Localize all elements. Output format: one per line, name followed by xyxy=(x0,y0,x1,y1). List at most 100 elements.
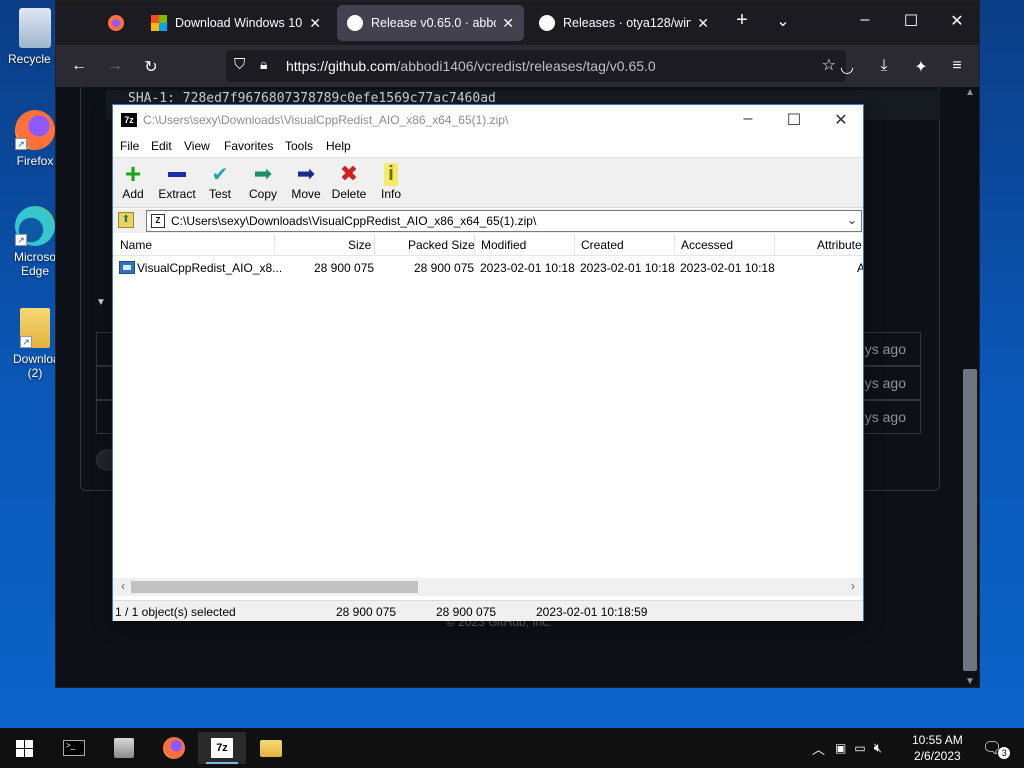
add-button[interactable]: + Add xyxy=(121,160,145,202)
close-window-icon[interactable]: ✕ xyxy=(818,110,864,130)
clock[interactable]: 10:55 AM 2/6/2023 xyxy=(912,728,963,768)
test-button[interactable]: ✔ Test xyxy=(207,161,233,202)
windows-logo-icon xyxy=(15,739,33,757)
downloads-icon[interactable]: ⤓ xyxy=(873,57,895,75)
url-domain: https://github.com xyxy=(286,58,397,74)
scroll-right-icon[interactable]: › xyxy=(845,579,861,593)
col-name[interactable]: Name xyxy=(120,238,152,252)
terminal-icon: >_ xyxy=(63,740,85,756)
col-divider[interactable] xyxy=(774,234,775,256)
scroll-down-icon[interactable]: ▼ xyxy=(965,676,975,687)
desktop-icon-label: Microso Edge xyxy=(13,250,56,278)
col-created[interactable]: Created xyxy=(581,238,624,252)
chevron-down-icon[interactable]: ⌄ xyxy=(847,213,857,227)
navigation-toolbar: ← → ↻ ⛉ 🔒︎ https://github.com/abbodi1406… xyxy=(56,45,979,87)
desktop-icon-label: Firefox xyxy=(16,154,54,168)
horizontal-scrollbar[interactable]: ‹ › xyxy=(113,578,863,596)
col-divider[interactable] xyxy=(674,234,675,256)
close-icon[interactable]: ✕ xyxy=(691,15,709,32)
status-date: 2023-02-01 10:18:59 xyxy=(536,605,648,619)
close-icon[interactable]: ✕ xyxy=(303,15,321,32)
col-attributes[interactable]: Attribute xyxy=(817,238,862,252)
scroll-left-icon[interactable]: ‹ xyxy=(115,579,131,593)
notification-count: 3 xyxy=(998,747,1011,759)
close-icon[interactable]: ✕ xyxy=(496,15,514,32)
menu-favorites[interactable]: Favorites xyxy=(224,139,273,153)
scroll-up-icon[interactable]: ▲ xyxy=(965,87,975,98)
7zip-title-bar[interactable]: 7z C:\Users\sexy\Downloads\VisualCppRedi… xyxy=(113,105,863,136)
taskbar-7zip[interactable]: 7z xyxy=(198,732,246,764)
back-icon[interactable]: ← xyxy=(68,57,90,75)
file-attributes: A xyxy=(857,261,863,275)
extract-label: Extract xyxy=(158,187,196,201)
taskbar-file-explorer[interactable] xyxy=(247,732,295,764)
menu-icon[interactable]: ≡ xyxy=(946,57,968,75)
folder-icon: ↗ xyxy=(20,308,50,348)
bookmark-star-icon[interactable]: ☆ xyxy=(822,55,836,75)
github-icon xyxy=(347,15,363,31)
pocket-icon[interactable]: ◡ xyxy=(836,57,858,77)
scrollbar-thumb[interactable] xyxy=(963,369,977,671)
col-divider[interactable] xyxy=(274,234,275,256)
display-icon[interactable]: ▭ xyxy=(854,741,865,755)
col-divider[interactable] xyxy=(574,234,575,256)
firefox-icon xyxy=(108,15,124,31)
url-bar[interactable]: ⛉ 🔒︎ https://github.com/abbodi1406/vcred… xyxy=(226,50,846,82)
col-divider[interactable] xyxy=(474,234,475,256)
delete-button[interactable]: ✖ Delete xyxy=(331,161,367,201)
menu-help[interactable]: Help xyxy=(326,139,351,153)
file-name: VisualCppRedist_AIO_x8... xyxy=(137,261,283,275)
menu-edit[interactable]: Edit xyxy=(151,139,172,153)
assets-toggle-icon[interactable]: ▼ xyxy=(96,297,106,308)
forward-icon[interactable]: → xyxy=(104,57,126,75)
list-all-tabs-icon[interactable]: ⌄ xyxy=(772,11,794,31)
col-divider[interactable] xyxy=(374,234,375,256)
firefox-icon xyxy=(163,737,185,759)
copy-button[interactable]: ➡ Copy xyxy=(247,161,279,201)
tab-firefox-pinned[interactable] xyxy=(98,5,138,41)
tracking-protection-icon[interactable]: ⛉ xyxy=(234,56,245,73)
new-tab-icon[interactable]: + xyxy=(731,9,753,32)
maximize-icon[interactable]: ☐ xyxy=(771,110,817,130)
menu-tools[interactable]: Tools xyxy=(285,139,313,153)
edge-icon: ↗ xyxy=(15,206,55,246)
7zip-window: 7z C:\Users\sexy\Downloads\VisualCppRedi… xyxy=(112,104,864,621)
menu-file[interactable]: File xyxy=(120,139,139,153)
volume-muted-icon[interactable]: 🔇︎ xyxy=(874,740,882,756)
notification-center[interactable]: 🗨︎ 3 xyxy=(982,728,1011,768)
minimize-icon[interactable]: – xyxy=(854,11,876,29)
toolbar: + Add Extract ✔ Test ➡ Copy ➡ Move ✖ Del… xyxy=(113,157,863,208)
show-hidden-icons-icon[interactable]: ︿ xyxy=(812,739,825,758)
tab-label: Download Windows 10 Is xyxy=(175,16,304,30)
maximize-icon[interactable]: ☐ xyxy=(900,11,922,31)
col-modified[interactable]: Modified xyxy=(481,238,526,252)
info-button[interactable]: i Info xyxy=(379,161,403,201)
taskbar-firefox[interactable] xyxy=(150,732,198,764)
path-combobox[interactable]: Z C:\Users\sexy\Downloads\VisualCppRedis… xyxy=(146,210,862,232)
file-explorer-icon xyxy=(260,739,282,757)
menu-view[interactable]: View xyxy=(184,139,210,153)
table-row[interactable]: VisualCppRedist_AIO_x8... 28 900 075 28 … xyxy=(113,258,863,278)
scrollbar-thumb[interactable] xyxy=(131,581,418,593)
taskbar-terminal[interactable]: >_ xyxy=(50,732,98,764)
col-size[interactable]: Size xyxy=(348,238,371,252)
network-icon[interactable]: ▣ xyxy=(835,741,846,755)
col-packed-size[interactable]: Packed Size xyxy=(408,238,475,252)
folder-up-icon[interactable]: ⬆ xyxy=(118,212,134,228)
page-scrollbar[interactable]: ▲ ▼ xyxy=(961,87,979,687)
url-path: /abbodi1406/vcredist/releases/tag/v0.65.… xyxy=(396,58,656,74)
taskbar-installer[interactable] xyxy=(100,732,148,764)
shortcut-arrow-icon: ↗ xyxy=(15,234,27,246)
move-button[interactable]: ➡ Move xyxy=(290,161,322,201)
reload-icon[interactable]: ↻ xyxy=(140,57,162,77)
tab-release-v0650[interactable]: Release v0.65.0 · abbodi14 ✕ xyxy=(337,5,524,41)
close-window-icon[interactable]: ✕ xyxy=(946,11,968,31)
minimize-icon[interactable]: – xyxy=(725,110,771,128)
tab-releases-winevdm[interactable]: Releases · otya128/winevd ✕ xyxy=(529,5,719,41)
start-button[interactable] xyxy=(0,732,48,764)
col-accessed[interactable]: Accessed xyxy=(681,238,733,252)
lock-icon[interactable]: 🔒︎ xyxy=(260,56,267,73)
extensions-icon[interactable]: ✦ xyxy=(910,57,932,77)
extract-button[interactable]: Extract xyxy=(157,161,197,201)
tab-download-windows[interactable]: Download Windows 10 Is ✕ xyxy=(141,5,331,41)
